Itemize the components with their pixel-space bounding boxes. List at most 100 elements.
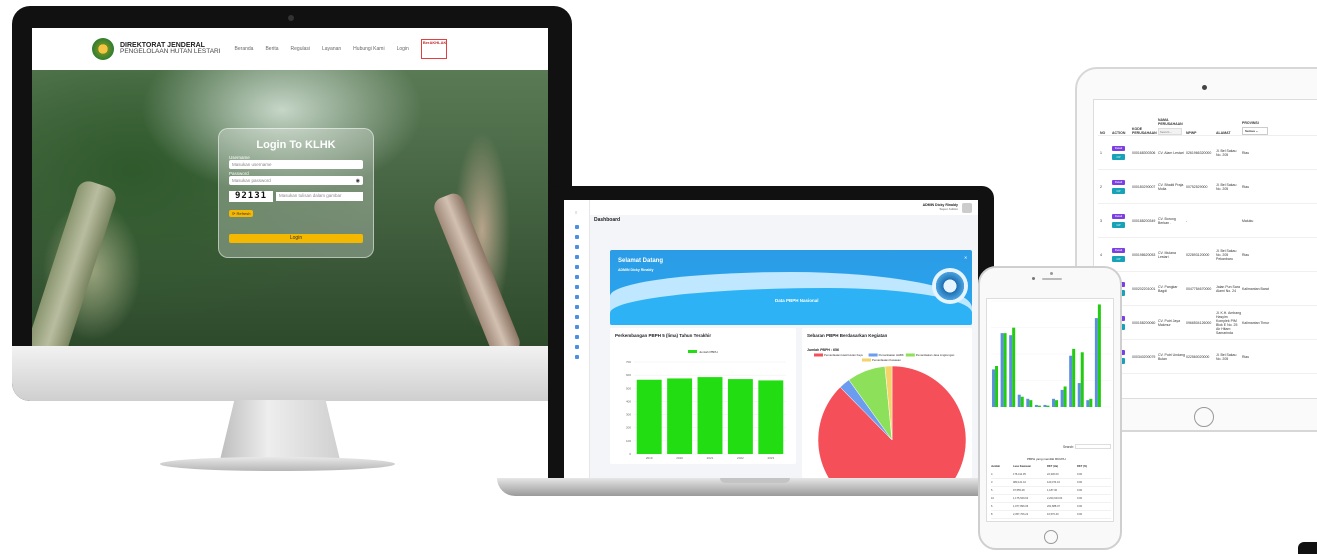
laptop-device: ≡ ADMIN Dicky Rinaldy Super Admin Dashbo… xyxy=(548,186,994,482)
cell-provinsi: Riau xyxy=(1242,252,1250,257)
home-button[interactable] xyxy=(1194,407,1214,427)
detail-button[interactable]: Detail xyxy=(1112,247,1125,253)
captcha-input[interactable]: Masukan tulisan dalam gambar xyxy=(276,192,363,201)
cell-provinsi: Riau xyxy=(1242,184,1250,189)
x-tick-label: 2020 xyxy=(676,456,683,460)
legend-swatch xyxy=(905,353,915,357)
home-button[interactable] xyxy=(1044,530,1058,544)
avatar[interactable] xyxy=(962,202,972,213)
phone-table-body: 4 176,411.05 22,330.00 0.00 3 980,121.10 120,0… xyxy=(991,471,1111,519)
sidebar-item-1[interactable] xyxy=(575,225,579,229)
header-rkt-ha: RKT (Ha) xyxy=(1047,465,1059,468)
search-input[interactable] xyxy=(1075,444,1111,449)
sidebar-item-2[interactable] xyxy=(575,235,579,239)
legend-label: Pemanfaatan HHBK xyxy=(879,353,904,357)
table-cell: 980,121.10 xyxy=(1013,481,1026,484)
bar-series1-K xyxy=(1080,352,1084,407)
col-alamat: ALAMAT xyxy=(1216,131,1231,135)
cell-provinsi: Riau xyxy=(1242,354,1250,359)
klhk-emblem-icon xyxy=(932,268,968,304)
table-cell: 10,570.40 xyxy=(1047,513,1059,516)
bar-series1-F xyxy=(1037,405,1041,407)
bar-series1-G xyxy=(1046,405,1050,407)
cell-kode: 000198620053 xyxy=(1132,252,1156,257)
y-tick-label: 700 xyxy=(626,360,631,364)
bar-series0-H xyxy=(1052,398,1056,407)
table-cell: 3 xyxy=(991,481,993,484)
sidebar-item-13[interactable] xyxy=(575,345,579,349)
desktop-monitor: DIREKTORAT JENDERAL PENGELOLAAN HUTAN LE… xyxy=(12,6,572,401)
header-rkt-pct: RKT (%) xyxy=(1077,465,1088,468)
username-placeholder: Masukan username xyxy=(232,162,272,167)
table-cell: 261,888.07 xyxy=(1047,505,1060,508)
captcha-image: 92131 xyxy=(229,191,273,202)
search-label: Search: xyxy=(1063,445,1074,449)
password-input[interactable]: Masukan password ◉ xyxy=(229,176,363,185)
banner-user: ADMIN Dicky Rinaldy xyxy=(618,268,654,272)
nav-berita[interactable]: Berita xyxy=(265,46,278,52)
bar-series0-M xyxy=(1094,318,1098,407)
username-input[interactable]: Masukan username xyxy=(229,160,363,169)
provinsi-select[interactable]: Semua ⌄ xyxy=(1242,127,1268,135)
cell-nama: CV. Alam Lestari xyxy=(1158,150,1184,155)
cell-action: Detail CP xyxy=(1112,213,1132,228)
tree-trunk-left xyxy=(32,178,119,346)
sidebar-toggle-icon[interactable]: ≡ xyxy=(575,210,589,215)
table-row: 4 176,411.05 22,330.00 0.00 xyxy=(991,471,1111,479)
table-cell: 0.00 xyxy=(1077,489,1083,492)
cell-provinsi: Riau xyxy=(1242,150,1250,155)
nav-login[interactable]: Login xyxy=(397,46,409,52)
sidebar-item-7[interactable] xyxy=(575,285,579,289)
login-button[interactable]: Login xyxy=(229,234,363,243)
detail-button[interactable]: Detail xyxy=(1112,179,1125,185)
col-provinsi-label: PROVINSI xyxy=(1242,121,1259,125)
table-cell: 0.00 xyxy=(1077,513,1083,516)
col-kode: KODE PERUSAHAAN xyxy=(1132,127,1157,135)
berakhlak-badge: BerAKHLAK xyxy=(420,39,447,59)
cp-button[interactable]: CP xyxy=(1112,153,1125,160)
sidebar-item-9[interactable] xyxy=(575,305,579,309)
page-title: Dashboard xyxy=(594,217,621,223)
sidebar-item-8[interactable] xyxy=(575,295,579,299)
cp-button[interactable]: CP xyxy=(1112,187,1125,194)
sidebar-item-14[interactable] xyxy=(575,355,579,359)
close-icon[interactable]: ✕ xyxy=(964,255,967,260)
bar-series1-J xyxy=(1072,348,1076,407)
cell-action: Detail CP xyxy=(1112,247,1132,262)
nav-beranda[interactable]: Beranda xyxy=(235,46,254,52)
refresh-captcha-button[interactable]: ⟳ Refresh xyxy=(229,210,254,217)
phone-device: Search: PBPH yang memiliki RKUPH Jumlah … xyxy=(978,266,1122,550)
nav-hubungi-kami[interactable]: Hubungi Kami xyxy=(353,46,384,52)
table-header: NO ACTION KODE PERUSAHAAN NAMA PERUSAHAA… xyxy=(1098,106,1317,136)
table-row: 5DetailCP000202201001CV. Pangkar Bagdi00… xyxy=(1098,272,1317,306)
nav-layanan[interactable]: Layanan xyxy=(322,46,341,52)
company-table-screen: NO ACTION KODE PERUSAHAAN NAMA PERUSAHAA… xyxy=(1093,99,1317,399)
table-cell: 1,187.00 xyxy=(1047,489,1058,492)
sidebar-item-6[interactable] xyxy=(575,275,579,279)
cp-button[interactable]: CP xyxy=(1112,255,1125,262)
sidebar-item-12[interactable] xyxy=(575,335,579,339)
sidebar-item-10[interactable] xyxy=(575,315,579,319)
x-tick-label: 2023 xyxy=(767,456,774,460)
table-row: 1 Detail CP 000168300306 CV. Alam Lestari 026… xyxy=(1098,136,1317,170)
user-menu[interactable]: ADMIN Dicky Rinaldy Super Admin xyxy=(923,203,958,211)
cell-alamat: Jalan Pun Sara Alami No. 24 xyxy=(1216,284,1240,293)
sidebar-item-4[interactable] xyxy=(575,255,579,259)
pie-chart-panel: Sebaran PBPH Berdasarkan Kegiatan Jumlah… xyxy=(802,328,972,478)
cell-kode: 000202201001 xyxy=(1132,286,1156,291)
cell-nama: CV. Borung Berkan . xyxy=(1158,216,1176,225)
sidebar-item-5[interactable] xyxy=(575,265,579,269)
nama-filter-input[interactable]: Search... xyxy=(1158,128,1182,135)
cell-kode: 000340200079 xyxy=(1132,354,1156,359)
eye-slash-icon[interactable]: ◉ xyxy=(356,178,360,184)
detail-button[interactable]: Detail xyxy=(1112,213,1125,219)
sidebar-item-3[interactable] xyxy=(575,245,579,249)
sidebar-item-11[interactable] xyxy=(575,325,579,329)
cp-button[interactable]: CP xyxy=(1112,221,1125,228)
detail-button[interactable]: Detail xyxy=(1112,145,1125,151)
login-page-screen: DIREKTORAT JENDERAL PENGELOLAAN HUTAN LE… xyxy=(32,28,548,346)
bar-series0-I xyxy=(1060,389,1064,407)
nav-regulasi[interactable]: Regulasi xyxy=(291,46,310,52)
brand[interactable]: DIREKTORAT JENDERAL PENGELOLAAN HUTAN LE… xyxy=(120,42,221,56)
col-npwp: NPWP xyxy=(1186,131,1197,135)
